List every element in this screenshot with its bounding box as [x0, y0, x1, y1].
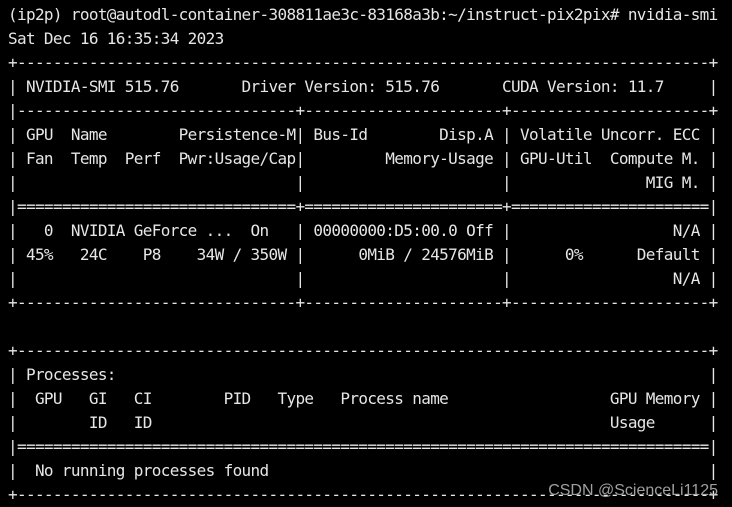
csdn-watermark: CSDN @ScienceLi1125: [548, 482, 718, 499]
processes-double-separator: |=======================================…: [8, 437, 718, 456]
driver-info-row: | NVIDIA-SMI 515.76 Driver Version: 515.…: [8, 77, 718, 96]
terminal-window[interactable]: (ip2p) root@autodl-container-308811ae3c-…: [0, 0, 732, 504]
processes-border-top: +---------------------------------------…: [8, 341, 718, 360]
processes-title-row: | Processes: |: [8, 365, 718, 384]
gpu-row-3: | | | N/A |: [8, 269, 718, 288]
header-double-separator: |===============================+=======…: [8, 197, 718, 216]
table-separator: |-------------------------------+-------…: [8, 101, 718, 120]
processes-header-row-1: | GPU GI CI PID Type Process name GPU Me…: [8, 389, 718, 408]
processes-header-row-2: | ID ID Usage |: [8, 413, 718, 432]
date-line: Sat Dec 16 16:35:34 2023: [8, 29, 224, 48]
no-processes-row: | No running processes found |: [8, 461, 718, 480]
gpu-header-row-2: | Fan Temp Perf Pwr:Usage/Cap| Memory-Us…: [8, 149, 718, 168]
gpu-row-1: | 0 NVIDIA GeForce ... On | 00000000:D5:…: [8, 221, 718, 240]
table-border-top: +---------------------------------------…: [8, 53, 718, 72]
gpu-header-row-3: | | | MIG M. |: [8, 173, 718, 192]
gpu-header-row-1: | GPU Name Persistence-M| Bus-Id Disp.A …: [8, 125, 718, 144]
command-prompt-line: (ip2p) root@autodl-container-308811ae3c-…: [8, 5, 718, 24]
gpu-row-2: | 45% 24C P8 34W / 350W | 0MiB / 24576Mi…: [8, 245, 718, 264]
table-border-bottom: +-------------------------------+-------…: [8, 293, 718, 312]
